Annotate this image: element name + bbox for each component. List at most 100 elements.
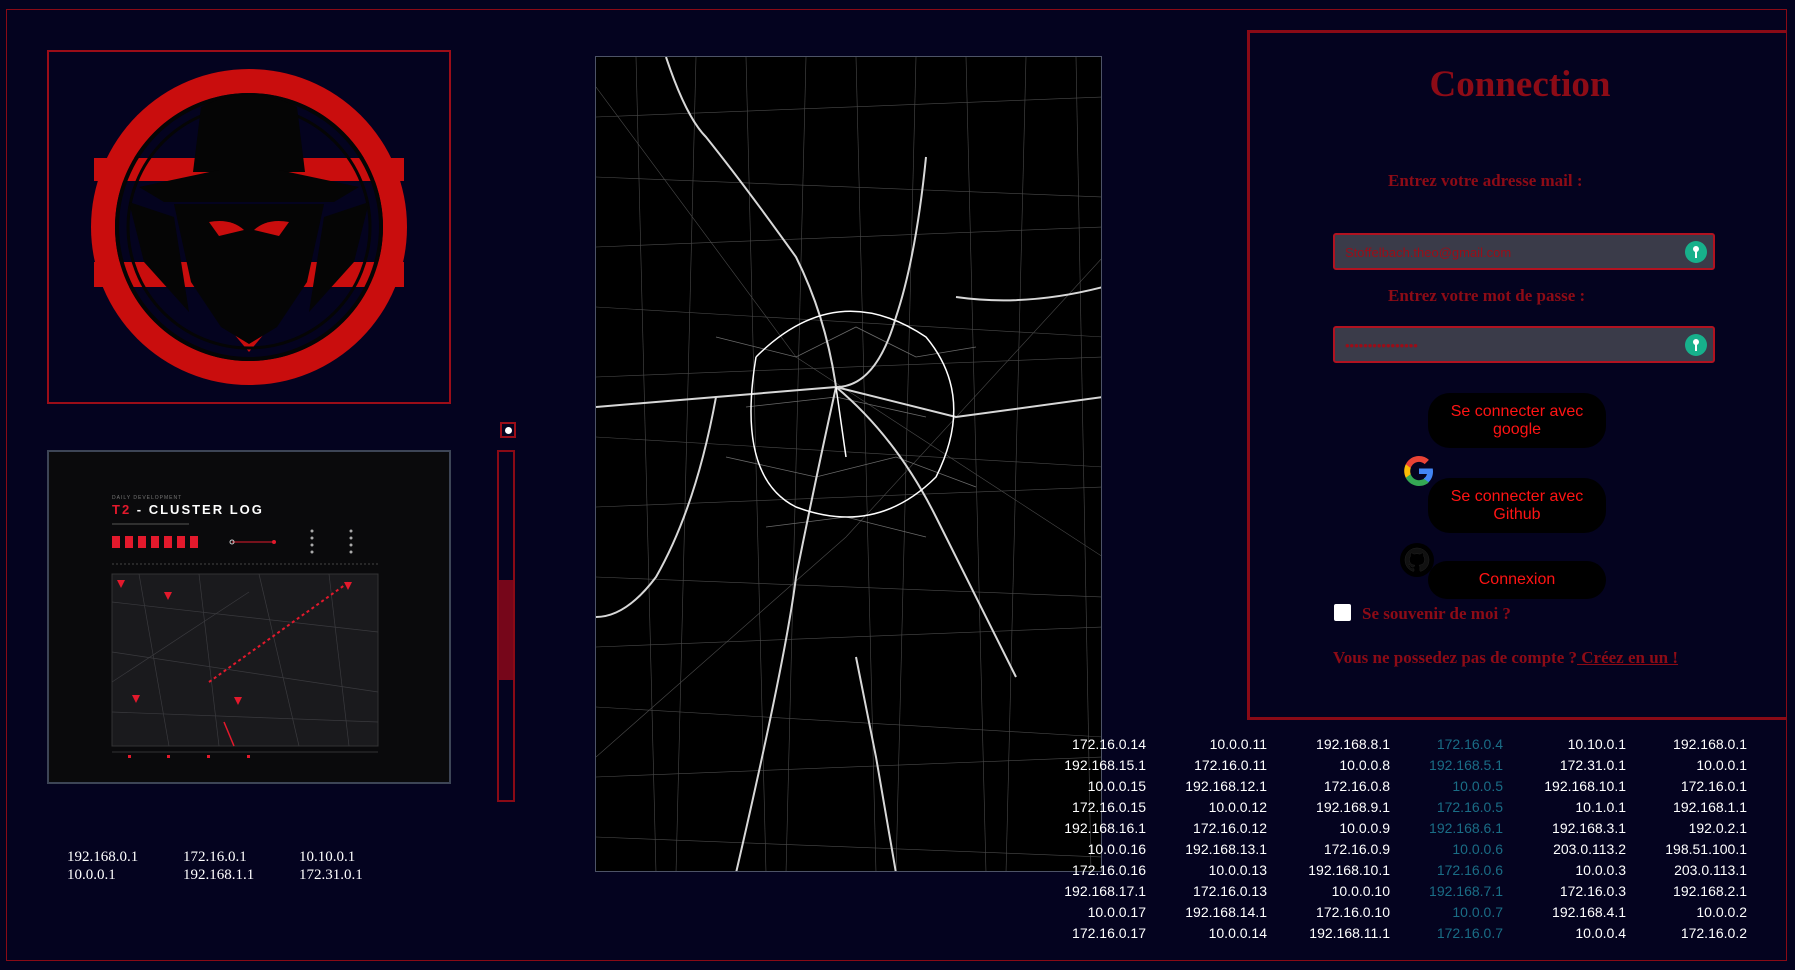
ip-address: 172.16.0.1	[183, 849, 247, 865]
ip-address: 192.168.0.1	[67, 849, 139, 865]
signup-text: Vous ne possedez pas de compte ?	[1333, 648, 1578, 667]
email-field-wrapper	[1333, 233, 1715, 270]
ip-address: 192.168.14.1	[1185, 904, 1267, 920]
ip-address: 10.0.0.13	[1208, 862, 1267, 878]
ip-column: 172.16.0.1 192.168.1.1	[183, 848, 254, 884]
connexion-button[interactable]: Connexion	[1428, 561, 1606, 599]
cluster-log-thumbnail[interactable]: DAILY DEVELOPMENT T2 - CLUSTER LOG	[47, 450, 451, 784]
logo-panel	[47, 50, 451, 404]
ip-address: 192.168.13.1	[1185, 841, 1267, 857]
ip-column: 10.0.0.11 172.16.0.11 192.168.12.1 10.0.…	[1167, 734, 1267, 944]
ip-address: 172.16.0.9	[1323, 841, 1390, 857]
ip-address: 192.168.0.1	[1673, 736, 1747, 752]
github-login-label: Se connecter avec Github	[1450, 487, 1584, 523]
ip-address: 192.168.8.1	[1316, 736, 1390, 752]
ip-address: 172.16.0.7	[1436, 925, 1503, 941]
ip-address: 10.0.0.6	[1452, 841, 1503, 857]
ip-address: 192.168.2.1	[1673, 883, 1747, 899]
ip-column: 172.16.0.4 192.168.5.1 10.0.0.5 172.16.0…	[1403, 734, 1503, 944]
ip-address: 10.0.0.14	[1208, 925, 1267, 941]
ip-address: 10.0.0.12	[1208, 799, 1267, 815]
login-panel: Connection Entrez votre adresse mail : E…	[1247, 30, 1787, 720]
login-title: Connection	[1429, 64, 1611, 105]
ip-address: 172.16.0.16	[1072, 862, 1146, 878]
key-icon[interactable]	[1685, 334, 1707, 356]
ip-address: 172.16.0.12	[1193, 820, 1267, 836]
ip-column: 10.10.0.1 172.31.0.1 192.168.10.1 10.1.0…	[1526, 734, 1626, 944]
ip-address: 172.16.0.2	[1680, 925, 1747, 941]
ip-address: 172.16.0.6	[1436, 862, 1503, 878]
email-field[interactable]	[1343, 235, 1677, 270]
ip-address: 192.168.17.1	[1064, 883, 1146, 899]
map-streets-graphic	[596, 57, 1101, 871]
google-login-button[interactable]: Se connecter avec google	[1428, 393, 1606, 448]
ip-address: 10.1.0.1	[1575, 799, 1626, 815]
ip-address: 10.0.0.9	[1339, 820, 1390, 836]
ip-address: 172.16.0.1	[1680, 778, 1747, 794]
cluster-preview-graphic	[111, 523, 379, 758]
ip-address: 192.168.1.1	[1673, 799, 1747, 815]
connexion-label: Connexion	[1478, 571, 1556, 588]
ip-address: 172.16.0.14	[1072, 736, 1146, 752]
ip-address: 198.51.100.1	[1665, 841, 1747, 857]
ip-address: 192.168.16.1	[1064, 820, 1146, 836]
ip-address: 10.0.0.10	[1331, 883, 1390, 899]
ip-address: 10.0.0.11	[1209, 736, 1267, 752]
remember-me-label: Se souvenir de moi ?	[1362, 604, 1511, 623]
ip-address: 172.16.0.17	[1072, 925, 1146, 941]
ip-address: 172.16.0.3	[1559, 883, 1626, 899]
ip-address: 10.0.0.17	[1087, 904, 1146, 920]
ip-address: 192.168.5.1	[1429, 757, 1503, 773]
ip-address: 172.16.0.11	[1194, 757, 1267, 773]
ip-address: 10.0.0.15	[1087, 778, 1146, 794]
slider-toggle[interactable]	[500, 422, 516, 438]
ip-column: 192.168.8.1 10.0.0.8 172.16.0.8 192.168.…	[1290, 734, 1390, 944]
ip-column: 192.168.0.1 10.0.0.1 172.16.0.1 192.168.…	[1647, 734, 1747, 944]
ip-address: 172.31.0.1	[299, 867, 363, 883]
password-field[interactable]	[1343, 328, 1677, 363]
ip-address: 10.0.0.5	[1452, 778, 1503, 794]
ip-address: 172.31.0.1	[1559, 757, 1626, 773]
ip-address: 192.168.7.1	[1429, 883, 1503, 899]
signup-prompt: Vous ne possedez pas de compte ? Créez e…	[1333, 648, 1678, 668]
ip-address: 192.168.9.1	[1316, 799, 1390, 815]
ip-address: 10.0.0.1	[67, 867, 116, 883]
key-icon[interactable]	[1685, 241, 1707, 263]
ip-column: 172.16.0.14 192.168.15.1 10.0.0.15 172.1…	[1046, 734, 1146, 944]
password-field-wrapper	[1333, 326, 1715, 363]
ip-address: 192.168.6.1	[1429, 820, 1503, 836]
city-map[interactable]	[595, 56, 1102, 872]
hacker-logo-icon	[91, 69, 407, 385]
remember-me-checkbox[interactable]	[1334, 604, 1351, 621]
ip-address: 192.168.11.1	[1309, 925, 1390, 941]
ip-address: 172.16.0.15	[1072, 799, 1146, 815]
ip-address: 10.0.0.7	[1452, 904, 1503, 920]
ip-address: 192.168.10.1	[1308, 862, 1390, 878]
vertical-slider[interactable]	[497, 450, 515, 802]
signup-link[interactable]: Créez en un !	[1577, 648, 1678, 667]
google-icon	[1404, 456, 1433, 486]
ip-address: 192.168.1.1	[183, 867, 255, 883]
ip-address: 203.0.113.1	[1674, 862, 1747, 878]
ip-address: 10.0.0.8	[1339, 757, 1390, 773]
ip-address: 172.16.0.4	[1436, 736, 1503, 752]
ip-address: 10.0.0.4	[1575, 925, 1626, 941]
password-label: Entrez votre mot de passe :	[1388, 286, 1586, 305]
ip-address: 192.168.12.1	[1185, 778, 1267, 794]
ip-address: 192.0.2.1	[1688, 820, 1747, 836]
ip-address: 192.168.15.1	[1064, 757, 1146, 773]
ip-address: 172.16.0.10	[1316, 904, 1390, 920]
ip-address: 172.16.0.13	[1193, 883, 1267, 899]
ip-address: 10.10.0.1	[1567, 736, 1626, 752]
ip-address: 10.10.0.1	[299, 849, 356, 865]
ip-address: 203.0.113.2	[1553, 841, 1626, 857]
ip-column: 192.168.0.1 10.0.0.1	[67, 848, 138, 884]
github-login-button[interactable]: Se connecter avec Github	[1428, 478, 1606, 533]
ip-address: 192.168.10.1	[1544, 778, 1626, 794]
ip-address: 172.16.0.8	[1323, 778, 1390, 794]
ip-address: 192.168.3.1	[1552, 820, 1626, 836]
ip-address: 10.0.0.16	[1087, 841, 1146, 857]
slider-thumb[interactable]	[499, 580, 513, 680]
ip-address: 172.16.0.5	[1436, 799, 1503, 815]
google-login-label: Se connecter avec google	[1450, 402, 1584, 438]
